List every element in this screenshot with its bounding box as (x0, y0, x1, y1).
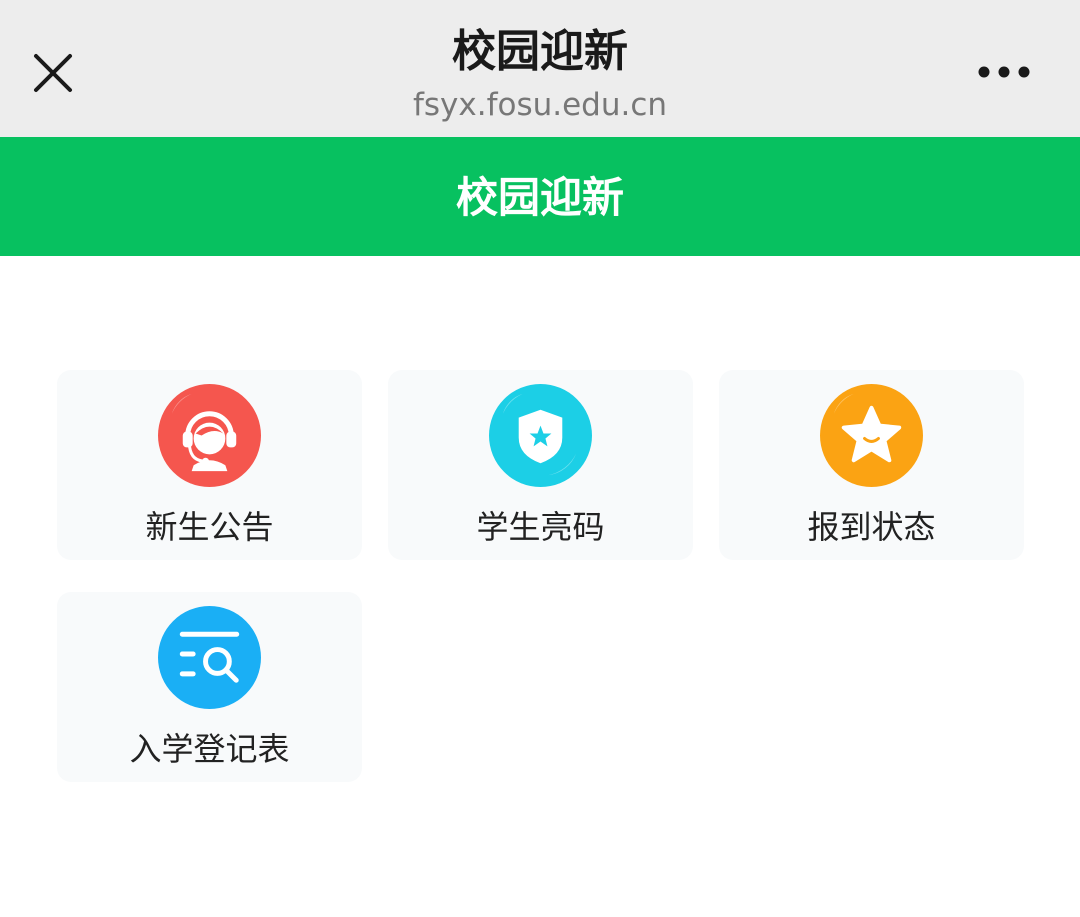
shield-star-icon (489, 384, 592, 487)
more-icon (978, 66, 1030, 78)
menu-item-label: 新生公告 (145, 508, 274, 546)
menu-item-student-code[interactable]: 学生亮码 (388, 370, 693, 560)
menu-item-notice[interactable]: 新生公告 (57, 370, 362, 560)
window-titlebar: 校园迎新 fsyx.fosu.edu.cn (0, 0, 1080, 137)
star-icon (820, 384, 923, 487)
more-button[interactable] (970, 52, 1038, 92)
menu-item-enrollment-form[interactable]: 入学登记表 (57, 592, 362, 782)
window-title: 校园迎新 (452, 26, 628, 77)
menu-item-label: 学生亮码 (476, 508, 605, 546)
menu-item-label: 报到状态 (807, 508, 936, 546)
list-search-icon (158, 606, 261, 709)
menu-item-checkin-status[interactable]: 报到状态 (719, 370, 1024, 560)
page-header: 校园迎新 (0, 137, 1080, 256)
menu-item-label: 入学登记表 (129, 730, 290, 768)
page-title: 校园迎新 (455, 173, 624, 222)
customer-service-icon (158, 384, 261, 487)
window-url: fsyx.fosu.edu.cn (412, 87, 668, 123)
